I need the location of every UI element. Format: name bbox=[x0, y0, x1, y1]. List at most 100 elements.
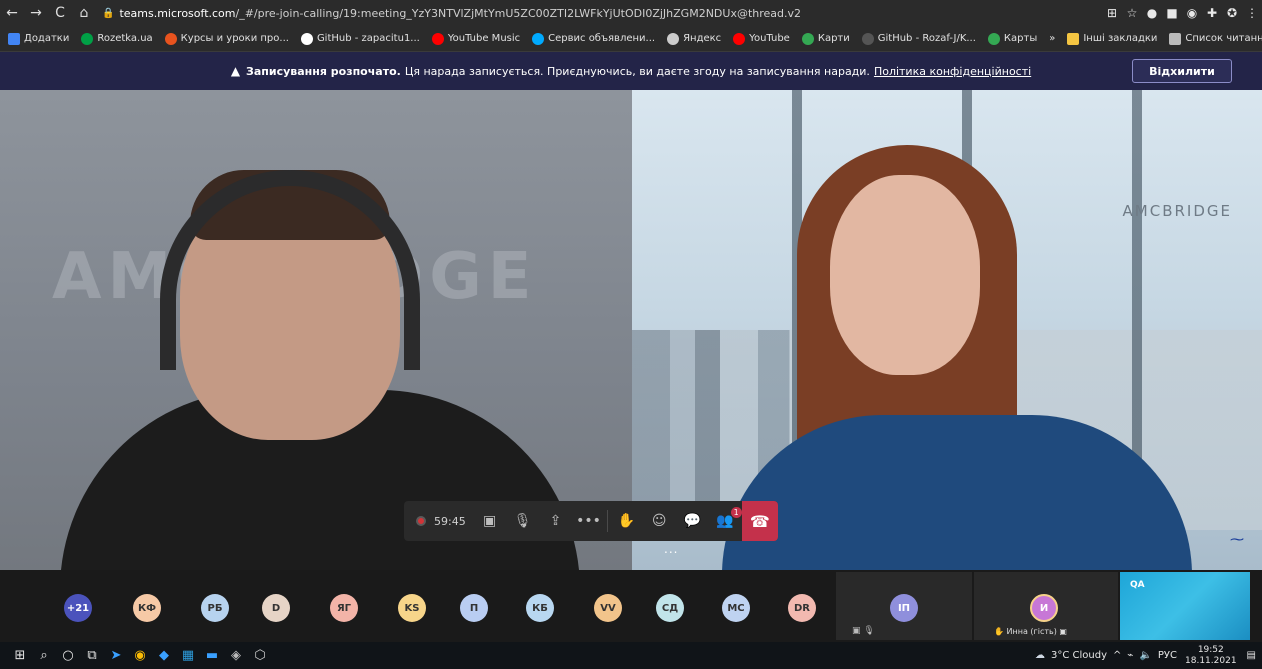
weather-text[interactable]: 3°C Cloudy bbox=[1051, 650, 1107, 661]
app-icon[interactable]: ▦ bbox=[176, 648, 200, 663]
url-path: /_#/pre-join-calling/19:meeting_YzY3NTVl… bbox=[235, 6, 802, 20]
network-icon[interactable]: ⌁ bbox=[1127, 650, 1133, 661]
reading-list-icon bbox=[1169, 32, 1182, 45]
bookmarks-bar: Додатки Rozetka.ua Курсы и уроки про... … bbox=[0, 26, 1262, 52]
bookmark-item[interactable]: Яндекс bbox=[667, 32, 721, 45]
participant-avatar[interactable]: КБ bbox=[526, 594, 554, 622]
mic-off-icon: 🎙 bbox=[513, 513, 532, 529]
clock-time: 19:52 bbox=[1197, 644, 1224, 655]
app-icon[interactable]: ◆ bbox=[152, 648, 176, 663]
bookmarks-overflow-button[interactable]: » bbox=[1049, 33, 1055, 44]
system-tray: ☁ 3°C Cloudy ^ ⌁ 🔈 РУС 19:52 18.11.2021 … bbox=[1029, 645, 1262, 667]
chrome-icon[interactable]: ◉ bbox=[128, 648, 152, 663]
bookmark-item[interactable]: Курсы и уроки про... bbox=[164, 32, 289, 45]
video-tile-right[interactable]: AMCBRIDGE ⁓ bbox=[632, 90, 1262, 570]
tray-chevron-icon[interactable]: ^ bbox=[1113, 650, 1121, 661]
address-bar[interactable]: 🔒 teams.microsoft.com /_#/pre-join-calli… bbox=[102, 3, 1102, 23]
overflow-participants[interactable]: +21 bbox=[64, 594, 92, 622]
bookmark-item[interactable]: YouTube bbox=[733, 32, 790, 45]
maps-icon bbox=[987, 32, 1000, 45]
bookmark-star-icon[interactable]: ☆ bbox=[1122, 6, 1142, 20]
participant-avatar[interactable]: П bbox=[460, 594, 488, 622]
apps-grid-icon bbox=[8, 32, 20, 45]
extension-icon[interactable]: ■ bbox=[1162, 6, 1182, 20]
participant-avatar[interactable]: VV bbox=[594, 594, 622, 622]
bookmark-item[interactable]: GitHub - Rozaf-J/K... bbox=[861, 32, 976, 45]
bookmark-item[interactable]: YouTube Music bbox=[431, 32, 520, 45]
bookmark-item[interactable]: Карти bbox=[801, 32, 850, 45]
shared-content-tile[interactable]: QA bbox=[1120, 572, 1250, 640]
raise-hand-button[interactable]: ✋ bbox=[610, 501, 643, 541]
hand-icon: ✋ bbox=[617, 513, 635, 529]
phone-hangup-icon: ☎ bbox=[749, 511, 770, 531]
participant-tile[interactable]: И ✋ Инна (гість) ▣ bbox=[974, 572, 1118, 640]
home-icon[interactable]: ⌂ bbox=[72, 5, 96, 21]
background-logo: AMCBRIDGE bbox=[1122, 202, 1232, 220]
clock[interactable]: 19:52 18.11.2021 bbox=[1185, 645, 1237, 667]
more-actions-button[interactable]: ••• bbox=[572, 501, 605, 541]
hang-up-button[interactable]: ☎ bbox=[741, 501, 778, 541]
volume-icon[interactable]: 🔈 bbox=[1139, 650, 1151, 661]
share-screen-icon: ⇪ bbox=[549, 513, 562, 529]
participant-avatar[interactable]: КФ bbox=[133, 594, 161, 622]
participant-avatar[interactable]: DR bbox=[788, 594, 816, 622]
browser-toolbar: ← → C ⌂ 🔒 teams.microsoft.com /_#/pre-jo… bbox=[0, 0, 1262, 26]
participant-avatar[interactable]: KS bbox=[398, 594, 426, 622]
participant-avatar[interactable]: D bbox=[262, 594, 290, 622]
forward-icon[interactable]: → bbox=[24, 5, 48, 21]
mic-off-button[interactable]: 🎙 bbox=[506, 501, 539, 541]
cortana-icon[interactable]: ○ bbox=[56, 648, 80, 663]
reactions-button[interactable]: ☺ bbox=[643, 501, 676, 541]
profile-avatar-icon[interactable]: ✪ bbox=[1222, 6, 1242, 20]
video-tile-left[interactable]: AMCBRIDGE bbox=[0, 90, 632, 570]
participant-avatar[interactable]: СД bbox=[656, 594, 684, 622]
app-icon[interactable]: ◈ bbox=[224, 648, 248, 663]
bookmark-item[interactable]: Rozetka.ua bbox=[81, 32, 153, 45]
browser-menu-icon[interactable]: ⋮ bbox=[1242, 6, 1262, 20]
bookmark-item[interactable]: GitHub - zapacitu1... bbox=[300, 32, 420, 45]
bookmark-apps[interactable]: Додатки bbox=[8, 32, 69, 45]
shared-content-label: QA bbox=[1130, 580, 1145, 590]
app-icon[interactable]: ➤ bbox=[104, 648, 128, 663]
participant-tile[interactable]: ІП ▣ 🎙 bbox=[836, 572, 972, 640]
camera-off-button[interactable]: ▣ bbox=[473, 501, 506, 541]
github-icon bbox=[861, 32, 874, 45]
translate-icon[interactable]: ⊞ bbox=[1102, 6, 1122, 20]
app-icon[interactable]: ▬ bbox=[200, 648, 224, 663]
reload-icon[interactable]: C bbox=[48, 5, 72, 21]
record-icon bbox=[416, 516, 426, 526]
app-icon[interactable]: ⬡ bbox=[248, 648, 272, 663]
extensions-puzzle-icon[interactable]: ✚ bbox=[1202, 6, 1222, 20]
notifications-icon[interactable]: ▤ bbox=[1247, 650, 1256, 661]
extension-icon[interactable]: ● bbox=[1142, 6, 1162, 20]
participant-avatar[interactable]: ЯГ bbox=[330, 594, 358, 622]
url-host: teams.microsoft.com bbox=[119, 6, 236, 20]
task-view-icon[interactable]: ⧉ bbox=[80, 648, 104, 663]
participant-name: ✋ Инна (гість) ▣ bbox=[994, 627, 1067, 636]
participant-avatar: И bbox=[1030, 594, 1058, 622]
share-button[interactable]: ⇪ bbox=[539, 501, 572, 541]
participant-avatar[interactable]: МС bbox=[722, 594, 750, 622]
participant-avatar[interactable]: РБ bbox=[201, 594, 229, 622]
youtube-music-icon bbox=[431, 32, 444, 45]
other-bookmarks[interactable]: Інші закладки bbox=[1067, 32, 1157, 45]
bookmark-item[interactable]: Сервис объявлени... bbox=[532, 32, 655, 45]
more-options-indicator[interactable]: ... bbox=[664, 542, 678, 556]
privacy-policy-link[interactable]: Політика конфіденційності bbox=[874, 65, 1031, 78]
extension-icon[interactable]: ◉ bbox=[1182, 6, 1202, 20]
back-icon[interactable]: ← bbox=[0, 5, 24, 21]
language-indicator[interactable]: РУС bbox=[1158, 650, 1177, 661]
participants-button[interactable]: 👥 1 bbox=[709, 501, 742, 541]
divider bbox=[606, 510, 608, 532]
chat-button[interactable]: 💬 bbox=[676, 501, 709, 541]
windows-start-icon[interactable]: ⊞ bbox=[8, 648, 32, 663]
reading-list[interactable]: Список читання bbox=[1169, 32, 1262, 45]
bookmarks-right: » Інші закладки Список читання bbox=[1049, 32, 1262, 45]
bookmark-item[interactable]: Карты bbox=[987, 32, 1037, 45]
recording-indicator: 59:45 bbox=[404, 515, 473, 528]
dismiss-button[interactable]: Відхилити bbox=[1132, 59, 1232, 83]
raised-hand-icon: ✋ bbox=[994, 627, 1004, 636]
banner-title: Записування розпочато. bbox=[246, 64, 401, 78]
meeting-controls: 59:45 ▣ 🎙 ⇪ ••• ✋ ☺ 💬 👥 1 ☎ bbox=[404, 501, 778, 541]
search-icon[interactable]: ⌕ bbox=[32, 648, 56, 663]
